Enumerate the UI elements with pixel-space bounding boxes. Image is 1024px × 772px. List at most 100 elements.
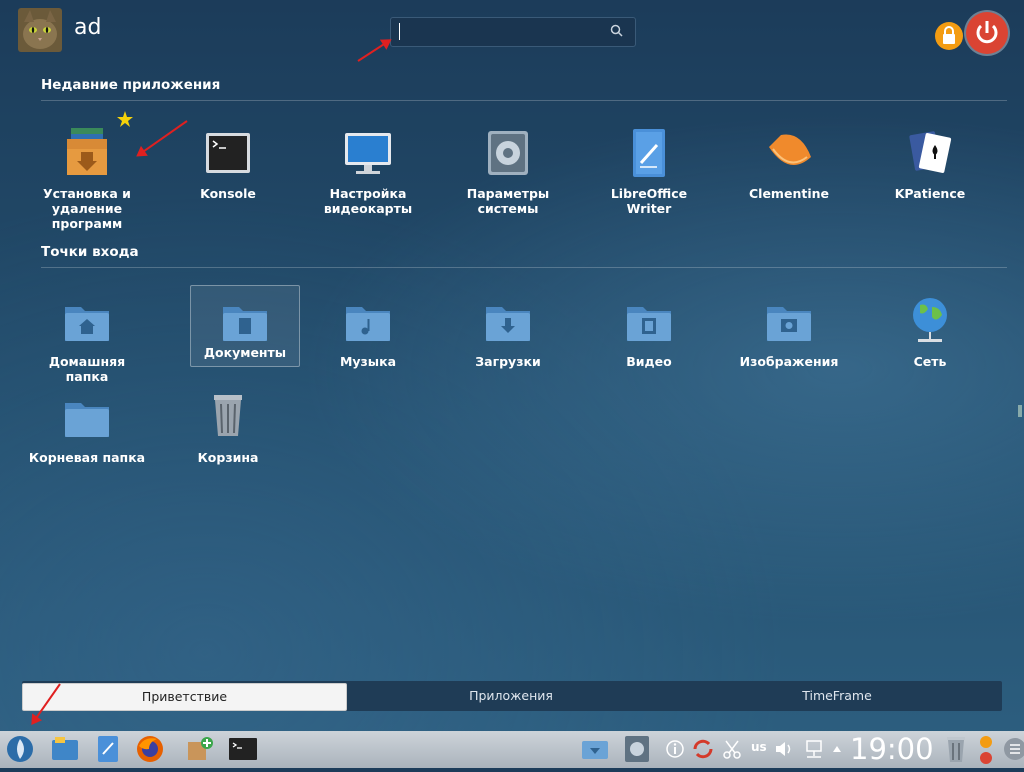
- app-label: Установка и удаление программ: [43, 186, 131, 231]
- network-tray-button[interactable]: [802, 734, 826, 764]
- package-manager-button[interactable]: [185, 734, 215, 764]
- network-wired-icon: [806, 740, 822, 758]
- app-label: Настройка видеокарты: [323, 186, 413, 216]
- place-label: Корзина: [197, 450, 259, 465]
- writer-icon: [98, 736, 118, 762]
- writer-taskbar-button[interactable]: [93, 734, 123, 764]
- section-title-places: Точки входа: [41, 244, 139, 260]
- app-tile-clementine[interactable]: Clementine: [729, 125, 849, 201]
- app-tile-install-remove[interactable]: Установка и удаление программ: [27, 125, 147, 231]
- video-folder-icon: [621, 293, 677, 349]
- app-label: Clementine: [749, 186, 829, 201]
- lock-screen-button[interactable]: [935, 22, 963, 50]
- file-manager-icon: [52, 737, 78, 760]
- update-tray-button[interactable]: [690, 734, 716, 764]
- place-tile-documents[interactable]: Документы: [190, 285, 300, 367]
- package-add-icon: [188, 737, 213, 760]
- music-folder-icon: [340, 293, 396, 349]
- documents-folder-icon: [217, 293, 273, 349]
- session-tray-button[interactable]: [976, 734, 996, 764]
- place-label: Загрузки: [475, 354, 541, 369]
- volume-tray-button[interactable]: [773, 734, 795, 764]
- place-label: Изображения: [739, 354, 839, 369]
- volume-icon: [776, 742, 791, 756]
- card-game-icon: [902, 125, 958, 181]
- text-caret: [399, 23, 400, 40]
- clipboard-tray-button[interactable]: [721, 734, 743, 764]
- system-settings-tray-button[interactable]: [622, 734, 652, 764]
- app-label: LibreOffice Writer: [610, 186, 688, 216]
- place-label: Домашняя папка: [48, 354, 126, 384]
- tab-welcome[interactable]: Приветствие: [22, 683, 347, 711]
- trash-icon: [947, 737, 965, 762]
- power-icon: [976, 21, 998, 44]
- firefox-icon: [137, 736, 163, 762]
- section-divider: [41, 267, 1007, 268]
- section-divider: [41, 100, 1007, 101]
- clementine-icon: [761, 125, 817, 181]
- terminal-icon: [200, 125, 256, 181]
- package-installer-icon: [59, 125, 115, 181]
- search-icon: [610, 24, 623, 37]
- place-label: Сеть: [913, 354, 947, 369]
- system-settings-icon: [480, 125, 536, 181]
- home-folder-icon: [59, 293, 115, 349]
- app-tile-konsole[interactable]: Konsole: [168, 125, 288, 201]
- place-label: Документы: [203, 345, 287, 360]
- file-manager-button[interactable]: [50, 734, 80, 764]
- launcher-logo-icon: [7, 736, 33, 762]
- launcher-tabs: Приветствие Приложения TimeFrame: [22, 681, 1002, 711]
- section-title-recent-apps: Недавние приложения: [41, 77, 221, 93]
- place-tile-video[interactable]: Видео: [589, 293, 709, 369]
- app-label: Параметры системы: [466, 186, 550, 216]
- search-input[interactable]: [390, 17, 636, 47]
- scissors-icon: [723, 740, 741, 759]
- app-tile-system-settings[interactable]: Параметры системы: [448, 125, 568, 216]
- downloads-tray-button[interactable]: [580, 734, 610, 764]
- place-tile-music[interactable]: Музыка: [308, 293, 428, 369]
- app-tile-libreoffice-writer[interactable]: LibreOffice Writer: [589, 125, 709, 216]
- network-globe-icon: [902, 293, 958, 349]
- app-tile-video-settings[interactable]: Настройка видеокарты: [308, 125, 428, 216]
- place-tile-home[interactable]: Домашняя папка: [27, 293, 147, 384]
- system-settings-icon: [625, 736, 649, 762]
- place-label: Видео: [626, 354, 672, 369]
- app-tile-kpatience[interactable]: KPatience: [870, 125, 990, 201]
- tab-applications[interactable]: Приложения: [348, 683, 674, 709]
- tray-expand-button[interactable]: [830, 734, 844, 764]
- info-tray-button[interactable]: [665, 734, 685, 764]
- chevron-up-icon: [833, 746, 841, 752]
- power-button[interactable]: [966, 12, 1008, 54]
- trash-taskbar-button[interactable]: [942, 734, 970, 764]
- place-tile-root[interactable]: Корневая папка: [27, 389, 147, 465]
- app-label: KPatience: [894, 186, 966, 201]
- konsole-taskbar-button[interactable]: [228, 734, 258, 764]
- tab-timeframe[interactable]: TimeFrame: [674, 683, 1000, 709]
- place-label: Корневая папка: [28, 450, 146, 465]
- annotation-arrow: [357, 39, 391, 62]
- writer-icon: [621, 125, 677, 181]
- keyboard-layout-indicator[interactable]: us: [751, 740, 767, 754]
- place-tile-trash[interactable]: Корзина: [168, 389, 288, 465]
- taskbar: us 19:00: [0, 731, 1024, 768]
- info-icon: [666, 740, 684, 758]
- clock[interactable]: 19:00: [850, 732, 934, 766]
- sync-icon: [693, 739, 713, 759]
- terminal-icon: [229, 738, 257, 760]
- place-tile-pictures[interactable]: Изображения: [729, 293, 849, 369]
- application-menu-button[interactable]: [5, 734, 35, 764]
- downloads-folder-icon: [480, 293, 536, 349]
- lock-icon: [943, 26, 955, 44]
- scroll-indicator[interactable]: [1018, 405, 1022, 417]
- downloads-folder-icon: [582, 741, 608, 759]
- lock-power-icon: [980, 736, 992, 764]
- menu-lines-icon: [1004, 738, 1024, 760]
- trash-icon: [200, 389, 256, 445]
- firefox-button[interactable]: [135, 734, 165, 764]
- place-tile-downloads[interactable]: Загрузки: [448, 293, 568, 369]
- user-avatar[interactable]: [18, 8, 62, 52]
- user-name: ad: [74, 15, 102, 40]
- place-tile-network[interactable]: Сеть: [870, 293, 990, 369]
- show-desktop-button[interactable]: [1002, 734, 1024, 764]
- place-label: Музыка: [339, 354, 397, 369]
